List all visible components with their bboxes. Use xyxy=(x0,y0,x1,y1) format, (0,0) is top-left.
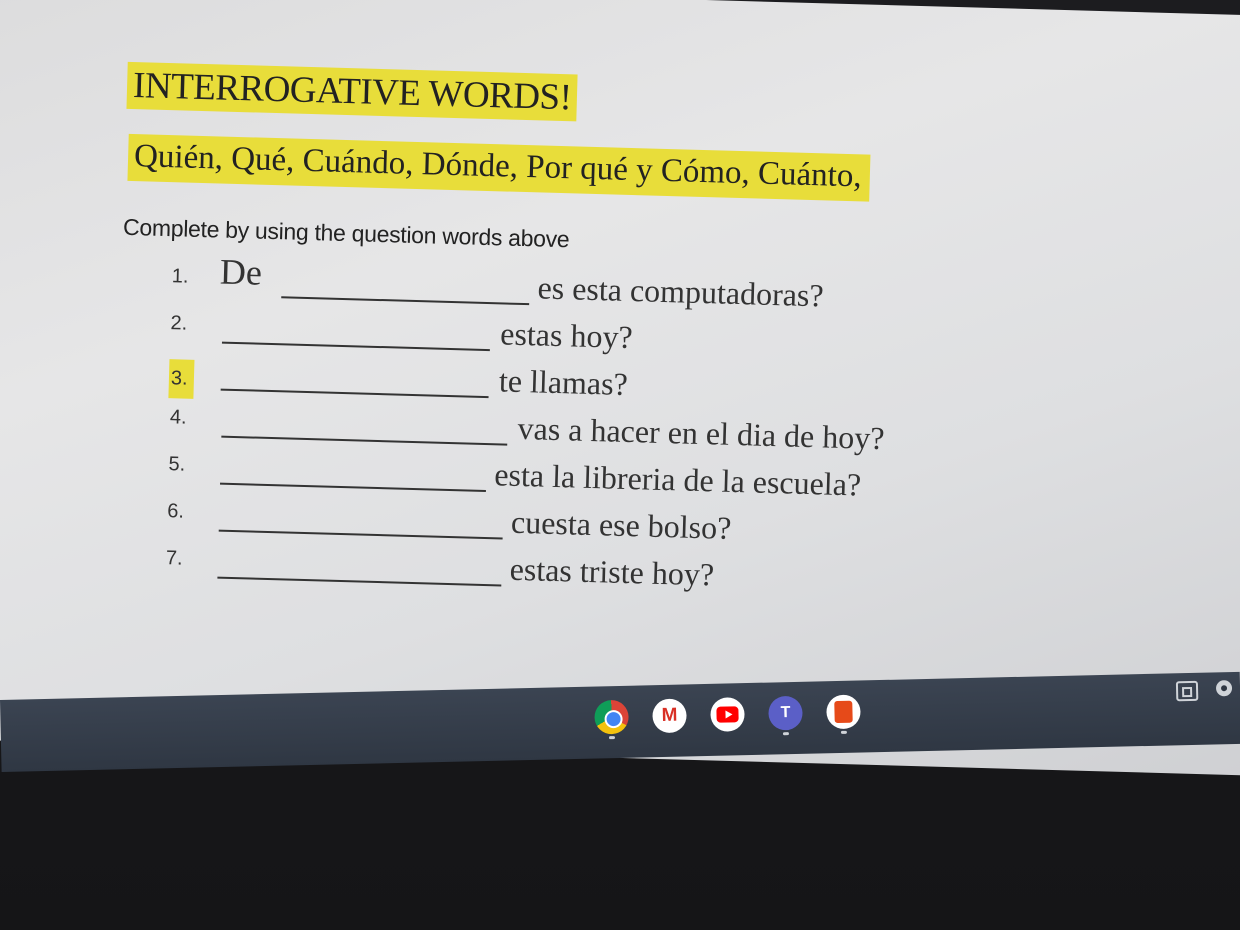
teams-icon[interactable]: T xyxy=(768,695,803,731)
answer-blank[interactable] xyxy=(220,388,489,399)
document-page: INTERROGATIVE WORDS! Quién, Qué, Cuándo,… xyxy=(0,0,1240,776)
answer-blank[interactable] xyxy=(218,529,503,540)
question-number: 2. xyxy=(170,312,188,335)
answer-blank[interactable] xyxy=(217,576,502,587)
running-indicator xyxy=(608,736,616,740)
question-number: 6. xyxy=(166,500,185,523)
office-icon[interactable] xyxy=(826,694,861,730)
document-subtitle: Quién, Qué, Cuándo, Dónde, Por qué y Cóm… xyxy=(127,133,871,202)
answer-blank[interactable] xyxy=(281,296,530,306)
question-number-highlighted: 3. xyxy=(168,359,195,399)
status-icon[interactable] xyxy=(1215,680,1233,697)
question-number: 7. xyxy=(165,547,183,570)
question-text: estas triste hoy? xyxy=(509,550,715,593)
youtube-icon[interactable] xyxy=(710,697,745,732)
answer-blank[interactable] xyxy=(221,341,490,352)
answer-blank[interactable] xyxy=(221,435,508,446)
document-instructions: Complete by using the question words abo… xyxy=(122,213,570,253)
screen: INTERROGATIVE WORDS! Quién, Qué, Cuándo,… xyxy=(0,0,1240,930)
question-number: 1. xyxy=(171,265,189,288)
question-text: te llamas? xyxy=(498,362,629,402)
answer-blank[interactable] xyxy=(219,482,486,493)
question-number: 4. xyxy=(169,406,187,429)
question-text: estas hoy? xyxy=(499,315,634,356)
document-title: INTERROGATIVE WORDS! xyxy=(126,61,579,122)
gmail-icon[interactable]: M xyxy=(652,698,687,734)
running-indicator xyxy=(840,730,847,734)
question-text: cuesta ese bolso? xyxy=(510,503,732,546)
running-indicator xyxy=(782,732,789,736)
question-text: es esta computadoras? xyxy=(537,269,825,314)
overview-icon[interactable] xyxy=(1175,680,1199,702)
chrome-icon[interactable] xyxy=(594,699,629,735)
question-number: 5. xyxy=(168,453,186,476)
question-prefix: De xyxy=(219,251,263,293)
